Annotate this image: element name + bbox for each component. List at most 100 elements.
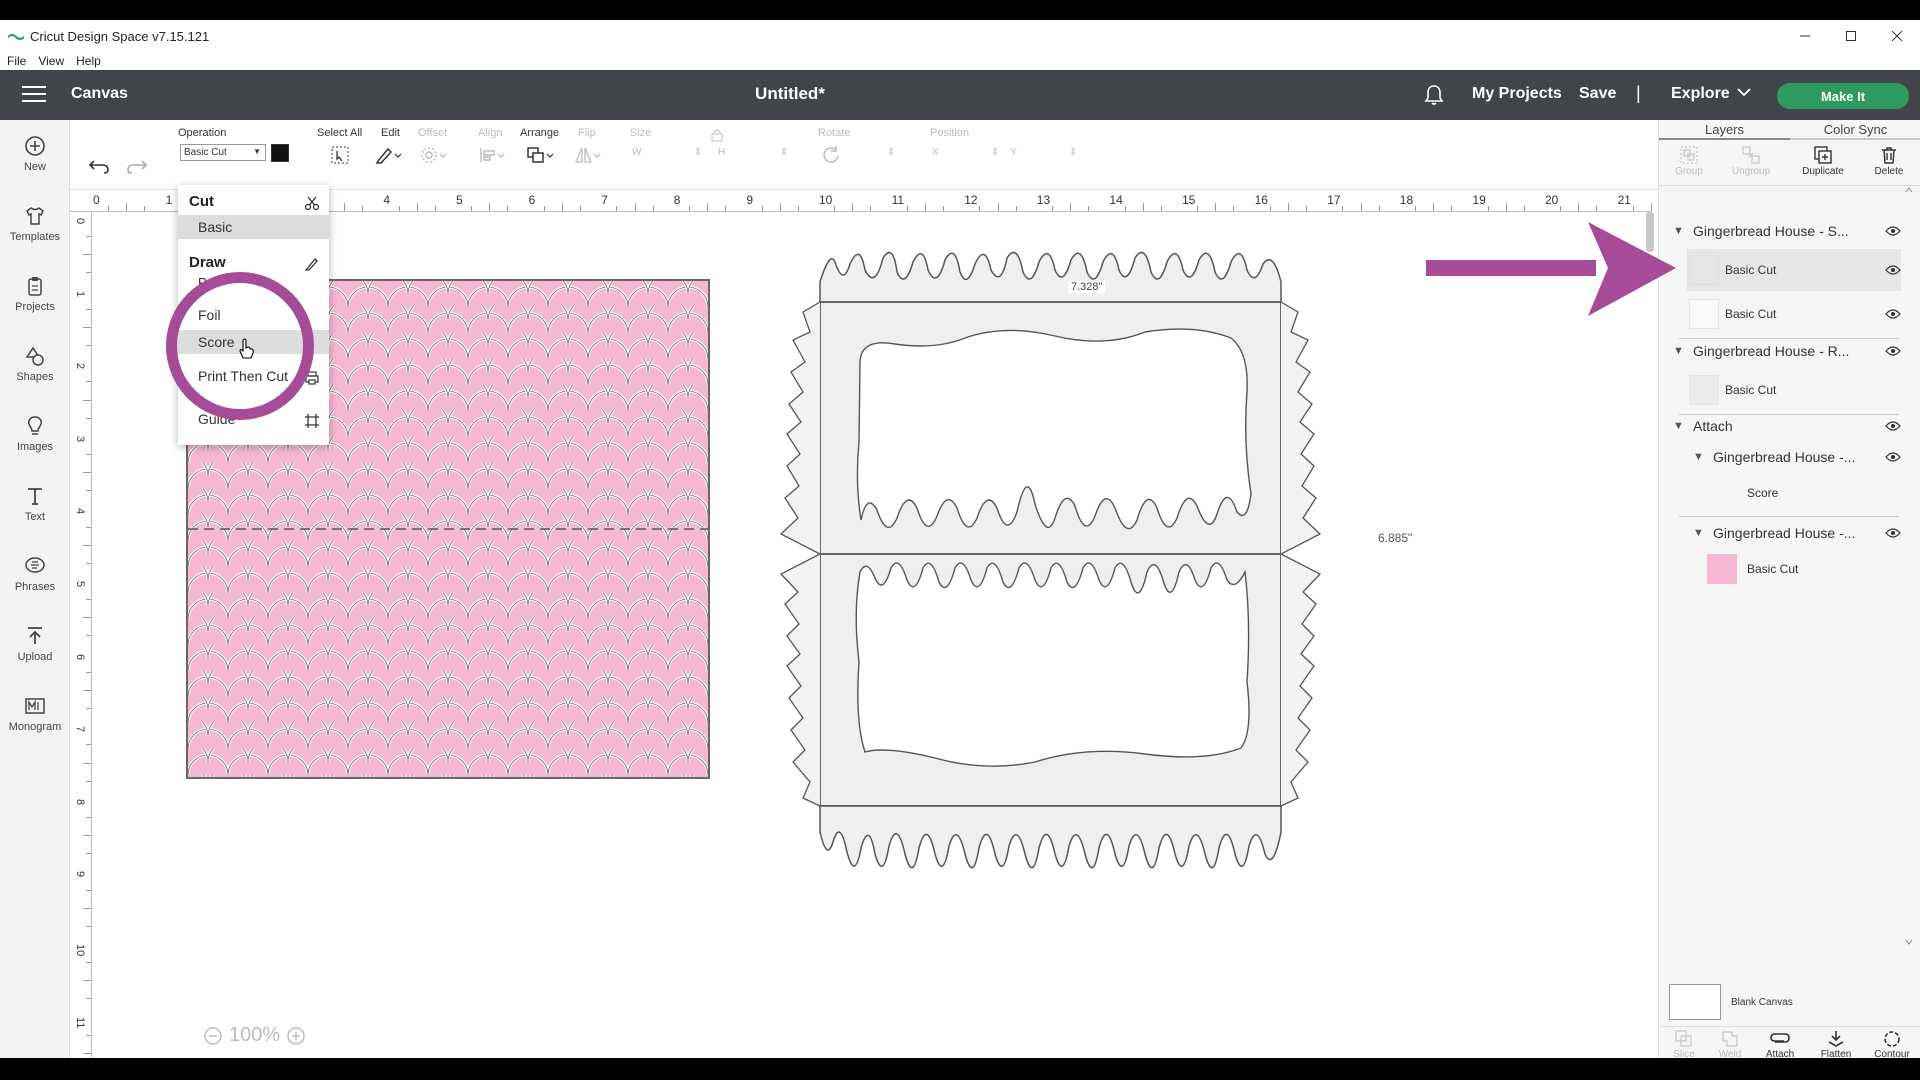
layer-basic-cut-1[interactable]: Basic Cut [1687, 249, 1901, 291]
eye-icon[interactable] [1885, 226, 1901, 236]
ruler-tick [83, 544, 91, 546]
y-field[interactable]: Y [1010, 147, 1017, 158]
chevron-down-icon[interactable]: ▼ [1693, 527, 1704, 539]
width-stepper-icon[interactable]: ⇕ [694, 147, 702, 158]
flip-label: Flip [578, 127, 596, 139]
eye-icon[interactable] [1885, 309, 1901, 319]
save-button[interactable]: Save [1579, 85, 1616, 103]
ruler-tick-label: 10 [74, 944, 86, 957]
operation-select[interactable]: Basic Cut ▼ [180, 144, 266, 161]
maximize-button[interactable] [1828, 20, 1874, 52]
chevron-down-icon[interactable]: ▼ [1673, 420, 1684, 432]
slice-button[interactable]: Slice [1659, 1029, 1709, 1058]
ungroup-button[interactable]: Ungroup [1721, 144, 1781, 177]
bell-icon[interactable] [1424, 84, 1444, 106]
contour-button[interactable]: Contour [1867, 1029, 1917, 1058]
layer-score[interactable]: Score [1659, 476, 1901, 510]
ruler-tick-label: 6 [528, 193, 536, 207]
gingerbread-frame-shape[interactable] [765, 242, 1405, 902]
layers-scrollbar[interactable] [1905, 186, 1913, 946]
weld-button[interactable]: Weld [1705, 1029, 1755, 1058]
layer-basic-cut-3[interactable]: Basic Cut [1687, 370, 1901, 410]
ruler-tick-label: 7 [74, 726, 86, 733]
ruler-tick [1578, 203, 1580, 211]
tab-layers[interactable]: Layers [1659, 120, 1790, 140]
ruler-tick [707, 203, 709, 211]
x-field[interactable]: X [932, 147, 939, 158]
layer-basic-cut-2[interactable]: Basic Cut [1687, 294, 1901, 334]
ruler-tick [543, 206, 545, 211]
tool-images[interactable]: Images [0, 414, 70, 453]
minimize-button[interactable] [1782, 20, 1828, 52]
close-button[interactable] [1874, 20, 1920, 52]
ruler-tick [797, 206, 799, 211]
make-it-button[interactable]: Make It [1777, 83, 1909, 109]
ruler-tick [416, 203, 418, 211]
tool-monogram[interactable]: Monogram [0, 694, 70, 733]
layer-subgroup-gingerbread-2[interactable]: ▼ Gingerbread House -... [1659, 516, 1901, 550]
tool-new[interactable]: New [0, 134, 70, 173]
group-button[interactable]: Group [1659, 144, 1719, 177]
tab-color-sync[interactable]: Color Sync [1790, 120, 1920, 140]
redo-icon[interactable] [126, 158, 148, 174]
eye-icon[interactable] [1885, 421, 1901, 431]
duplicate-icon [1793, 144, 1853, 166]
position-label: Position [930, 127, 970, 139]
ruler-tick [86, 671, 91, 673]
height-field[interactable]: H [718, 147, 725, 158]
ruler-tick [634, 203, 636, 211]
layer-group-gingerbread-s[interactable]: ▼ Gingerbread House - S... [1659, 214, 1901, 248]
delete-button[interactable]: Delete [1859, 144, 1919, 177]
blank-canvas-row[interactable]: Blank Canvas [1669, 984, 1793, 1020]
operation-color-swatch[interactable] [271, 144, 289, 162]
menu-file[interactable]: File [7, 54, 26, 68]
ruler-tick [83, 326, 91, 328]
y-stepper-icon[interactable]: ⇕ [1069, 147, 1077, 158]
duplicate-button[interactable]: Duplicate [1793, 144, 1853, 177]
eye-icon[interactable] [1885, 346, 1901, 356]
my-projects-link[interactable]: My Projects [1472, 85, 1562, 103]
zoom-out-icon[interactable] [203, 1026, 223, 1046]
action-label: Flatten [1820, 1049, 1852, 1058]
height-stepper-icon[interactable]: ⇕ [780, 147, 788, 158]
explore-menu[interactable]: Explore [1671, 85, 1730, 103]
tool-upload[interactable]: Upload [0, 624, 70, 663]
hamburger-menu-icon[interactable] [22, 86, 46, 104]
layer-basic-cut-pink[interactable]: Basic Cut [1659, 552, 1901, 586]
tool-templates[interactable]: Templates [0, 204, 70, 243]
eye-icon[interactable] [1885, 452, 1901, 462]
lock-icon[interactable] [711, 128, 723, 142]
chevron-down-icon[interactable]: ▼ [1693, 451, 1704, 463]
tool-shapes[interactable]: Shapes [0, 344, 70, 383]
layer-group-attach[interactable]: ▼ Attach [1659, 409, 1901, 443]
layer-thumbnail [1689, 255, 1719, 285]
edit-pen-icon[interactable] [375, 145, 403, 165]
chevron-down-icon[interactable]: ▼ [1673, 345, 1684, 357]
ruler-tick [943, 206, 945, 211]
operation-basic-cut[interactable]: Basic [178, 215, 329, 239]
document-title[interactable]: Untitled* [740, 84, 840, 104]
attach-button[interactable]: Attach [1755, 1029, 1805, 1058]
select-all-icon[interactable] [330, 145, 350, 165]
tool-text[interactable]: Text [0, 484, 70, 523]
select-all-label: Select All [317, 127, 363, 139]
tool-phrases[interactable]: Phrases [0, 554, 70, 593]
ruler-tick [1414, 206, 1416, 211]
x-stepper-icon[interactable]: ⇕ [991, 147, 999, 158]
eye-icon[interactable] [1885, 265, 1901, 275]
layer-subgroup-gingerbread-1[interactable]: ▼ Gingerbread House -... [1659, 440, 1901, 474]
eye-icon[interactable] [1885, 528, 1901, 538]
flatten-button[interactable]: Flatten [1811, 1029, 1861, 1058]
width-field[interactable]: W [632, 147, 641, 158]
tool-projects[interactable]: Projects [0, 274, 70, 313]
layer-group-gingerbread-r[interactable]: ▼ Gingerbread House - R... [1659, 334, 1901, 368]
cut-header: Cut [189, 193, 214, 210]
menu-view[interactable]: View [38, 54, 64, 68]
zoom-in-icon[interactable] [286, 1026, 306, 1046]
draw-header: Draw [189, 254, 226, 271]
arrange-icon[interactable] [526, 145, 556, 165]
menu-help[interactable]: Help [76, 54, 101, 68]
undo-icon[interactable] [88, 158, 110, 174]
action-label: Ungroup [1731, 166, 1771, 177]
rotate-stepper-icon[interactable]: ⇕ [887, 147, 895, 158]
